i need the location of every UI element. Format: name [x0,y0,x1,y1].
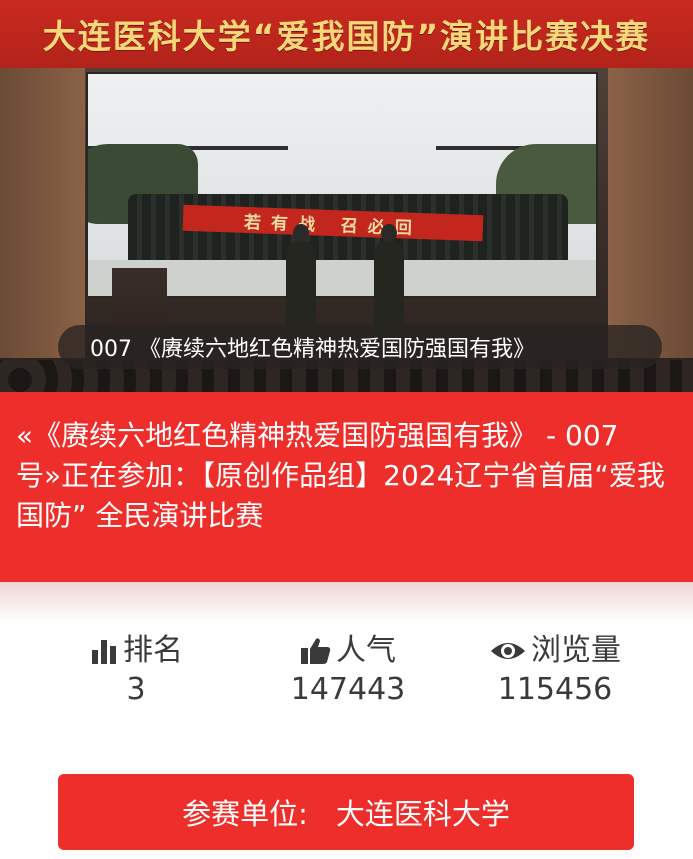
participating-unit-button[interactable]: 参赛单位: 大连医科大学 [58,774,634,850]
stat-rank: 排名 3 [36,628,236,706]
stage-banner: 大连医科大学“爱我国防”演讲比赛决赛 [0,0,693,68]
eye-icon [491,643,525,659]
stat-views-value: 115456 [497,672,613,707]
entry-title-block: «《赓续六地红色精神热爱国防强国有我》 - 007号»正在参加：【原创作品组】2… [0,392,693,582]
stat-popularity: 人气 147443 [248,628,448,706]
stat-popularity-label: 人气 [336,633,396,668]
unit-value: 大连医科大学 [335,797,510,831]
stage-screen: 若有战 召必回 [86,72,598,298]
stat-popularity-value: 147443 [290,672,406,707]
hero-photo: 大连医科大学“爱我国防”演讲比赛决赛 若有战 召必回 007 《赓续六地红色精神… [0,0,693,392]
bar-chart-icon [92,640,116,664]
unit-label: 参赛单位: [182,797,308,831]
video-caption: 007 《赓续六地红色精神热爱国防强国有我》 [58,325,662,369]
stat-views-label: 浏览量 [531,633,621,668]
stat-views: 浏览量 115456 [455,628,655,706]
entry-title: «《赓续六地红色精神热爱国防强国有我》 - 007号»正在参加：【原创作品组】2… [16,419,665,532]
stat-rank-label: 排名 [123,633,183,668]
title-shadow [0,582,693,622]
stage-wall-right [608,68,693,358]
stats-row: 排名 3 人气 147443 浏览量 115456 [0,628,693,718]
thumbs-up-icon [301,638,331,664]
stage-wall-left [0,68,85,358]
stat-rank-value: 3 [126,672,146,707]
